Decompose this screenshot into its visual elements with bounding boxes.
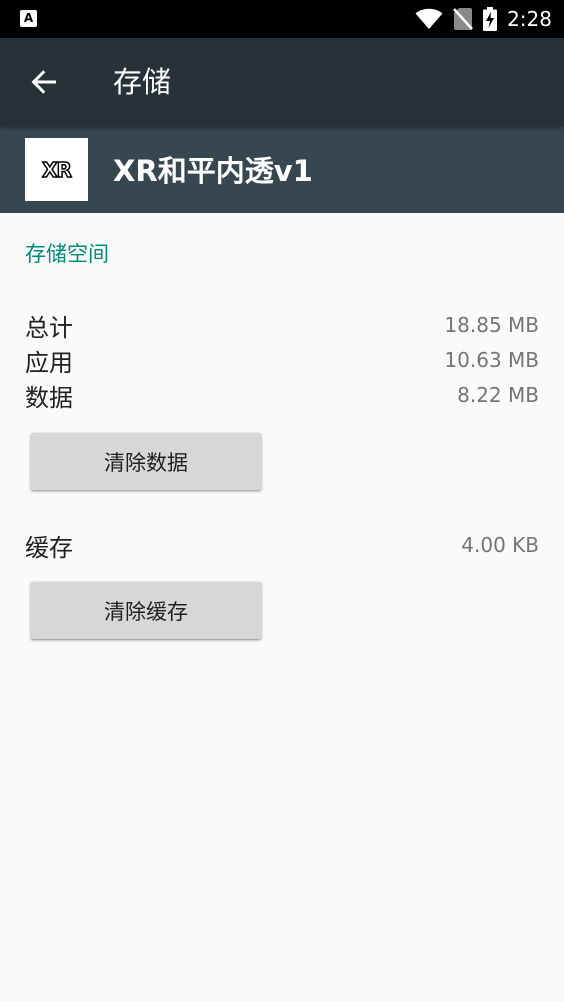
clear-data-button[interactable]: 清除数据 [31,433,261,490]
app-icon-text: XR [41,157,72,183]
storage-row-total: 总计 18.85 MB [25,308,539,342]
row-label: 应用 [25,348,73,377]
row-value: 8.22 MB [457,383,539,407]
storage-row-data: 数据 8.22 MB [25,378,539,412]
row-value: 10.63 MB [444,348,539,372]
page-title: 存储 [113,65,172,99]
accessibility-a-icon: A [20,10,37,27]
row-label: 总计 [25,313,73,342]
battery-charging-icon [483,7,498,31]
app-bar: 存储 [0,38,564,126]
arrow-back-icon [31,70,56,94]
status-bar: A 2:28 [0,0,564,38]
wifi-icon [415,8,443,30]
section-header-storage: 存储空间 [25,242,109,266]
cache-label: 缓存 [25,533,73,562]
app-icon: XR [25,138,88,201]
status-icons: 2:28 [405,0,552,38]
no-sim-icon [453,7,474,31]
cache-value: 4.00 KB [461,533,539,557]
cache-row: 缓存 4.00 KB [25,528,539,562]
clear-cache-button[interactable]: 清除缓存 [31,582,261,639]
storage-row-app: 应用 10.63 MB [25,343,539,377]
row-value: 18.85 MB [444,313,539,337]
back-button[interactable] [20,58,68,106]
accessibility-a-glyph: A [23,11,34,25]
status-time: 2:28 [507,7,552,31]
row-label: 数据 [25,383,73,412]
app-name: XR和平内透v1 [113,154,313,188]
app-header: XR XR和平内透v1 [0,126,564,213]
